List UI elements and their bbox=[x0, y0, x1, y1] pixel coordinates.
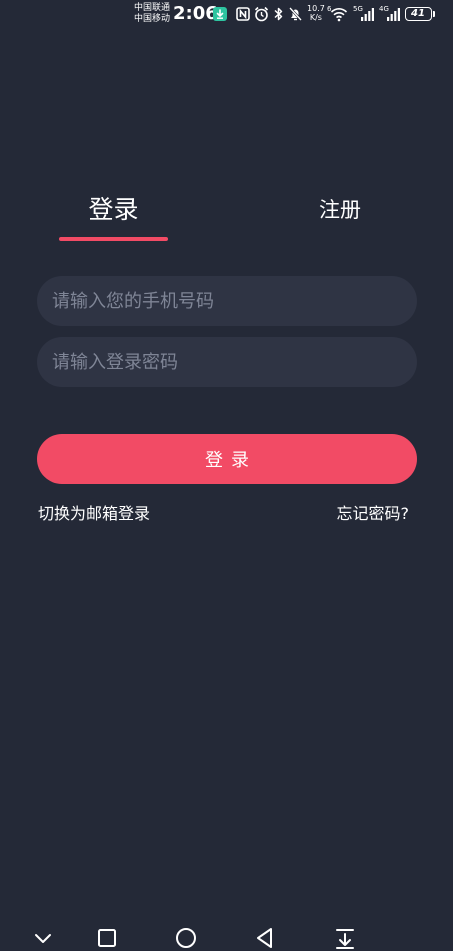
tab-login[interactable]: 登录 bbox=[59, 192, 168, 228]
carrier-2: 中国移动 bbox=[134, 14, 171, 24]
download-app-icon bbox=[213, 7, 227, 21]
net-speed-unit: K/s bbox=[309, 13, 322, 22]
battery-cap bbox=[433, 11, 435, 17]
carrier-names: 中国联通 中国移动 bbox=[134, 3, 170, 25]
login-button[interactable]: 登录 bbox=[37, 434, 417, 484]
bluetooth-icon bbox=[274, 7, 283, 21]
signal-icon-sim2 bbox=[387, 8, 400, 21]
forgot-password-link[interactable]: 忘记密码? bbox=[337, 503, 410, 525]
active-tab-indicator bbox=[59, 237, 168, 241]
chevron-down-icon[interactable] bbox=[29, 926, 57, 950]
net-speed: 10.7 K/s bbox=[307, 4, 325, 22]
nfc-icon bbox=[236, 7, 250, 21]
status-bar: 中国联通 中国移动 2:06 10.7 K/s 6 5G 4G 41 bbox=[0, 0, 453, 28]
net-speed-value: 10.7 bbox=[307, 4, 325, 13]
status-time: 2:06 bbox=[173, 3, 218, 24]
phone-input[interactable] bbox=[37, 276, 417, 326]
tab-register[interactable]: 注册 bbox=[290, 192, 390, 228]
battery-icon: 41 bbox=[405, 7, 432, 21]
triangle-back-icon[interactable] bbox=[251, 926, 279, 950]
square-icon[interactable] bbox=[93, 926, 121, 950]
pull-down-icon[interactable] bbox=[331, 926, 359, 950]
password-input[interactable] bbox=[37, 337, 417, 387]
switch-email-login-link[interactable]: 切换为邮箱登录 bbox=[38, 503, 150, 525]
alarm-icon bbox=[254, 6, 269, 22]
battery-level: 41 bbox=[411, 8, 425, 19]
mute-icon bbox=[289, 7, 302, 21]
circle-icon[interactable] bbox=[172, 926, 200, 950]
signal-icon bbox=[361, 8, 374, 21]
wifi-icon bbox=[330, 8, 348, 22]
carrier-1: 中国联通 bbox=[134, 3, 171, 13]
